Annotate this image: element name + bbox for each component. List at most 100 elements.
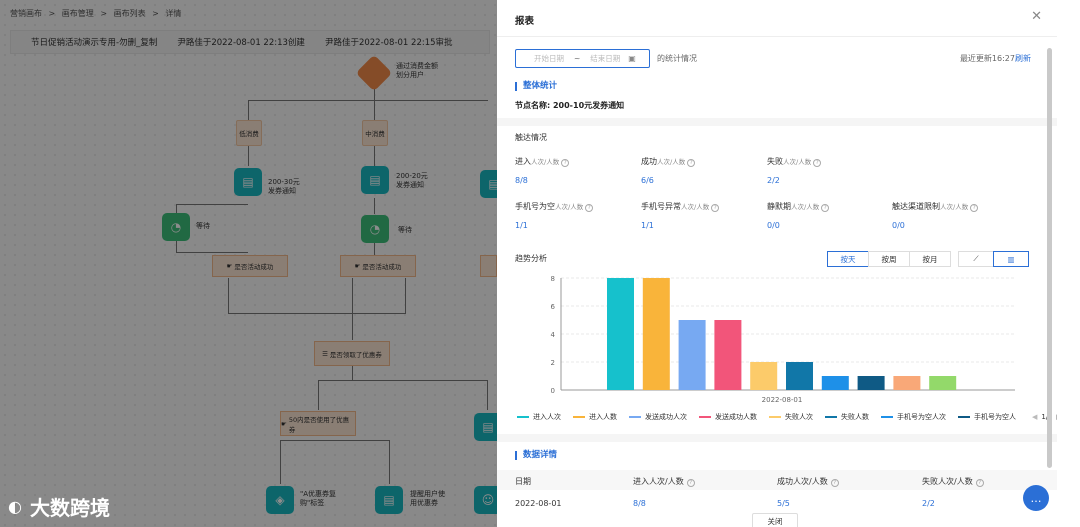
- legend-swatch: [881, 416, 893, 418]
- legend-item[interactable]: 进入人次: [517, 412, 561, 422]
- help-icon[interactable]: ?: [711, 204, 720, 212]
- table-header-text: 失败人次/人数: [922, 477, 973, 486]
- metric-label: 手机号异常人次/人数?: [641, 201, 720, 212]
- help-icon[interactable]: ?: [686, 479, 695, 487]
- bar[interactable]: [607, 278, 634, 390]
- metric-label: 失败人次/人数?: [767, 156, 822, 167]
- calendar-icon[interactable]: ▣: [628, 54, 636, 63]
- legend-swatch: [769, 416, 781, 418]
- table-cell-link[interactable]: 8/8: [633, 499, 646, 508]
- help-icon[interactable]: ?: [830, 479, 839, 487]
- bar[interactable]: [893, 376, 921, 390]
- line-chart-icon[interactable]: ⟋: [958, 251, 994, 267]
- page-edge: [1057, 0, 1080, 527]
- metric-name: 进入: [515, 157, 531, 166]
- prev-page-icon[interactable]: ◀: [1032, 413, 1037, 421]
- metric-name: 静默期: [767, 202, 791, 211]
- report-drawer: 报表 ✕ 开始日期 ~ 结束日期 ▣ 的统计情况 最近更新16:27 刷新 整体…: [497, 0, 1062, 527]
- help-icon[interactable]: ?: [813, 159, 822, 167]
- table-header-text: 成功人次/人数: [777, 477, 828, 486]
- section-title-details: 数据详情: [515, 451, 557, 460]
- flow-canvas[interactable]: 营销画布 > 画布管理 > 画布列表 > 详情 节日促销活动演示专用-勿删_复制…: [0, 0, 497, 527]
- node-name: 节点名称: 200-10元发券通知: [515, 101, 625, 110]
- legend-label: 发送成功人数: [715, 413, 757, 421]
- metric-label: 触达渠道限制人次/人数?: [892, 201, 979, 212]
- period-toggle: 按天 按周 按月: [827, 251, 951, 267]
- close-button[interactable]: 关闭: [752, 513, 798, 527]
- modal-overlay[interactable]: [0, 0, 497, 527]
- metric-value: 8/8: [515, 176, 528, 185]
- y-tick-label: 2: [551, 359, 555, 367]
- last-updated: 最近更新16:27: [959, 54, 1015, 63]
- legend-swatch: [573, 416, 585, 418]
- start-date-input[interactable]: 开始日期: [534, 53, 564, 64]
- bar[interactable]: [678, 320, 706, 390]
- legend-item[interactable]: 发送成功人数: [699, 412, 757, 422]
- legend-item[interactable]: 失败人数: [825, 412, 869, 422]
- drawer-header: 报表 ✕: [497, 0, 1057, 37]
- legend-label: 手机号为空人: [974, 413, 1016, 421]
- legend-swatch: [699, 416, 711, 418]
- bar[interactable]: [821, 376, 849, 390]
- bar[interactable]: [714, 320, 742, 390]
- date-range-picker[interactable]: 开始日期 ~ 结束日期 ▣: [515, 49, 650, 68]
- help-icon[interactable]: ?: [561, 159, 570, 167]
- help-icon[interactable]: ?: [970, 204, 979, 212]
- bar[interactable]: [642, 278, 670, 390]
- legend-item[interactable]: 发送成功人次: [629, 412, 687, 422]
- logo-mark-icon: ◐: [8, 497, 22, 516]
- metric-name: 手机号异常: [641, 202, 681, 211]
- metric-name: 失败: [767, 157, 783, 166]
- metric-name: 手机号为空: [515, 202, 555, 211]
- metric-name: 触达渠道限制: [892, 202, 940, 211]
- close-icon[interactable]: ✕: [1031, 9, 1042, 24]
- table-cell-link[interactable]: 2/2: [922, 499, 935, 508]
- legend-item[interactable]: 失败人次: [769, 412, 813, 422]
- legend-swatch: [825, 416, 837, 418]
- metric-unit: 人次/人数: [657, 158, 686, 166]
- metric-unit: 人次/人数: [940, 203, 969, 211]
- period-week-button[interactable]: 按周: [868, 251, 910, 267]
- y-tick-label: 8: [551, 275, 555, 283]
- refresh-link[interactable]: 刷新: [1015, 53, 1031, 64]
- y-tick-label: 6: [551, 303, 556, 311]
- section-title-overall: 整体统计: [515, 82, 557, 91]
- legend-label: 失败人数: [841, 413, 869, 421]
- legend-item[interactable]: 手机号为空人次: [881, 412, 946, 422]
- bar[interactable]: [786, 362, 813, 390]
- legend-label: 进入人数: [589, 413, 617, 421]
- bar[interactable]: [750, 362, 778, 390]
- table-cell-link[interactable]: 5/5: [777, 499, 790, 508]
- legend-label: 手机号为空人次: [897, 413, 946, 421]
- bar[interactable]: [857, 376, 885, 390]
- metric-unit: 人次/人数: [791, 203, 820, 211]
- help-icon[interactable]: ?: [975, 479, 984, 487]
- metric-label: 进入人次/人数?: [515, 156, 570, 167]
- legend-item[interactable]: 进入人数: [573, 412, 617, 422]
- help-icon[interactable]: ?: [585, 204, 594, 212]
- metric-label: 静默期人次/人数?: [767, 201, 830, 212]
- legend-swatch: [958, 416, 970, 418]
- metric-value: 0/0: [892, 221, 905, 230]
- table-header-cell: 进入人次/人数?: [633, 476, 695, 487]
- legend-item[interactable]: 手机号为空人: [958, 412, 1016, 422]
- legend-swatch: [517, 416, 529, 418]
- brand-logo: ◐ 大数跨境: [8, 492, 110, 521]
- help-icon[interactable]: ?: [821, 204, 830, 212]
- table-cell-date: 2022-08-01: [515, 499, 562, 508]
- trend-chart-svg: 0 2 4 6 8 2022-08-01: [551, 275, 1015, 404]
- bar-chart-icon[interactable]: ▥: [993, 251, 1029, 267]
- chat-icon[interactable]: …: [1023, 485, 1049, 511]
- help-icon[interactable]: ?: [687, 159, 696, 167]
- bar[interactable]: [929, 376, 957, 390]
- legend-label: 进入人次: [533, 413, 561, 421]
- scrollbar[interactable]: [1047, 48, 1052, 468]
- period-month-button[interactable]: 按月: [909, 251, 951, 267]
- divider: [497, 118, 1057, 126]
- metric-unit: 人次/人数: [681, 203, 710, 211]
- period-day-button[interactable]: 按天: [827, 251, 869, 267]
- x-tick-label: 2022-08-01: [762, 396, 803, 404]
- drawer-title: 报表: [515, 16, 535, 27]
- range-label: 的统计情况: [657, 54, 697, 63]
- end-date-input[interactable]: 结束日期: [590, 53, 620, 64]
